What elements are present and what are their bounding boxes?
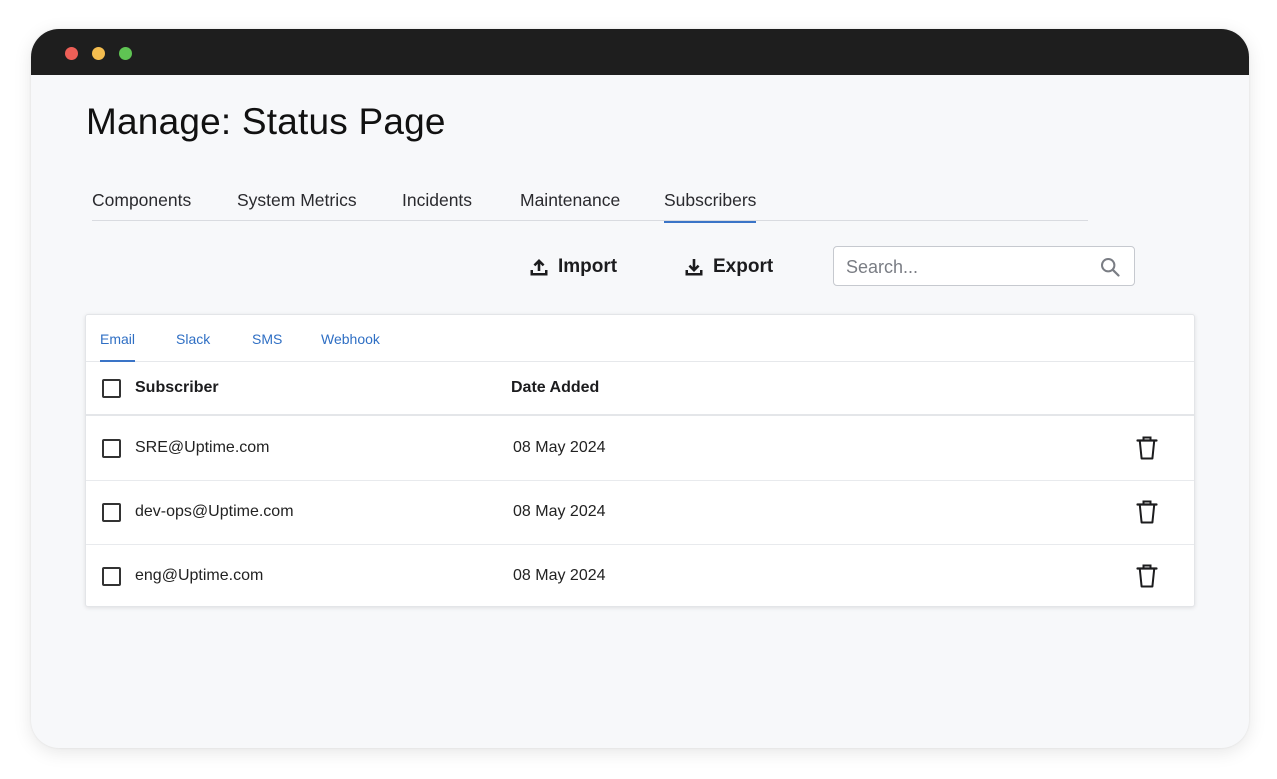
tab-maintenance[interactable]: Maintenance [520,190,620,211]
subtab-email[interactable]: Email [100,331,136,362]
channel-tabs: Email Slack SMS Webhook [86,315,1194,362]
date-added: 08 May 2024 [513,439,606,456]
subtab-webhook[interactable]: Webhook [321,331,380,347]
page-title: Manage: Status Page [86,101,446,142]
window-titlebar [31,29,1249,75]
import-label: Import [558,256,618,277]
subscriber-email: SRE@Uptime.com [135,439,270,456]
app-window: Manage: Status Page Components System Me… [31,29,1249,748]
row-checkbox[interactable] [102,439,121,458]
table-header: Subscriber Date Added [86,363,1194,416]
tab-subscribers[interactable]: Subscribers [664,190,757,223]
export-label: Export [713,256,774,277]
row-checkbox[interactable] [102,503,121,522]
minimize-window-button[interactable] [92,47,105,60]
subtab-sms[interactable]: SMS [252,331,282,347]
import-button[interactable]: Import [529,255,617,279]
select-all-checkbox[interactable] [102,379,121,398]
main-tabs: Components System Metrics Incidents Main… [92,187,1088,223]
download-icon [685,259,703,276]
search-icon[interactable] [1100,257,1120,277]
table-row: eng@Uptime.com 08 May 2024 [86,545,1194,609]
export-button[interactable]: Export [684,255,773,279]
subscriber-email: dev-ops@Uptime.com [135,503,294,520]
search-input[interactable] [846,255,1086,279]
tab-incidents[interactable]: Incidents [402,190,472,211]
date-added: 08 May 2024 [513,567,606,584]
search-box [833,246,1135,286]
trash-icon[interactable] [1136,500,1158,524]
table-row: SRE@Uptime.com 08 May 2024 [86,417,1194,481]
column-header-subscriber: Subscriber [135,379,219,396]
trash-icon[interactable] [1136,564,1158,588]
tab-components[interactable]: Components [92,190,191,211]
close-window-button[interactable] [65,47,78,60]
subscribers-card: Email Slack SMS Webhook Subscriber Date … [85,314,1195,607]
subscriber-email: eng@Uptime.com [135,567,264,584]
row-checkbox[interactable] [102,567,121,586]
maximize-window-button[interactable] [119,47,132,60]
column-header-date-added: Date Added [511,379,600,396]
date-added: 08 May 2024 [513,503,606,520]
upload-icon [530,259,548,276]
trash-icon[interactable] [1136,436,1158,460]
table-row: dev-ops@Uptime.com 08 May 2024 [86,481,1194,545]
subtab-slack[interactable]: Slack [176,331,210,347]
tab-system-metrics[interactable]: System Metrics [237,190,357,211]
